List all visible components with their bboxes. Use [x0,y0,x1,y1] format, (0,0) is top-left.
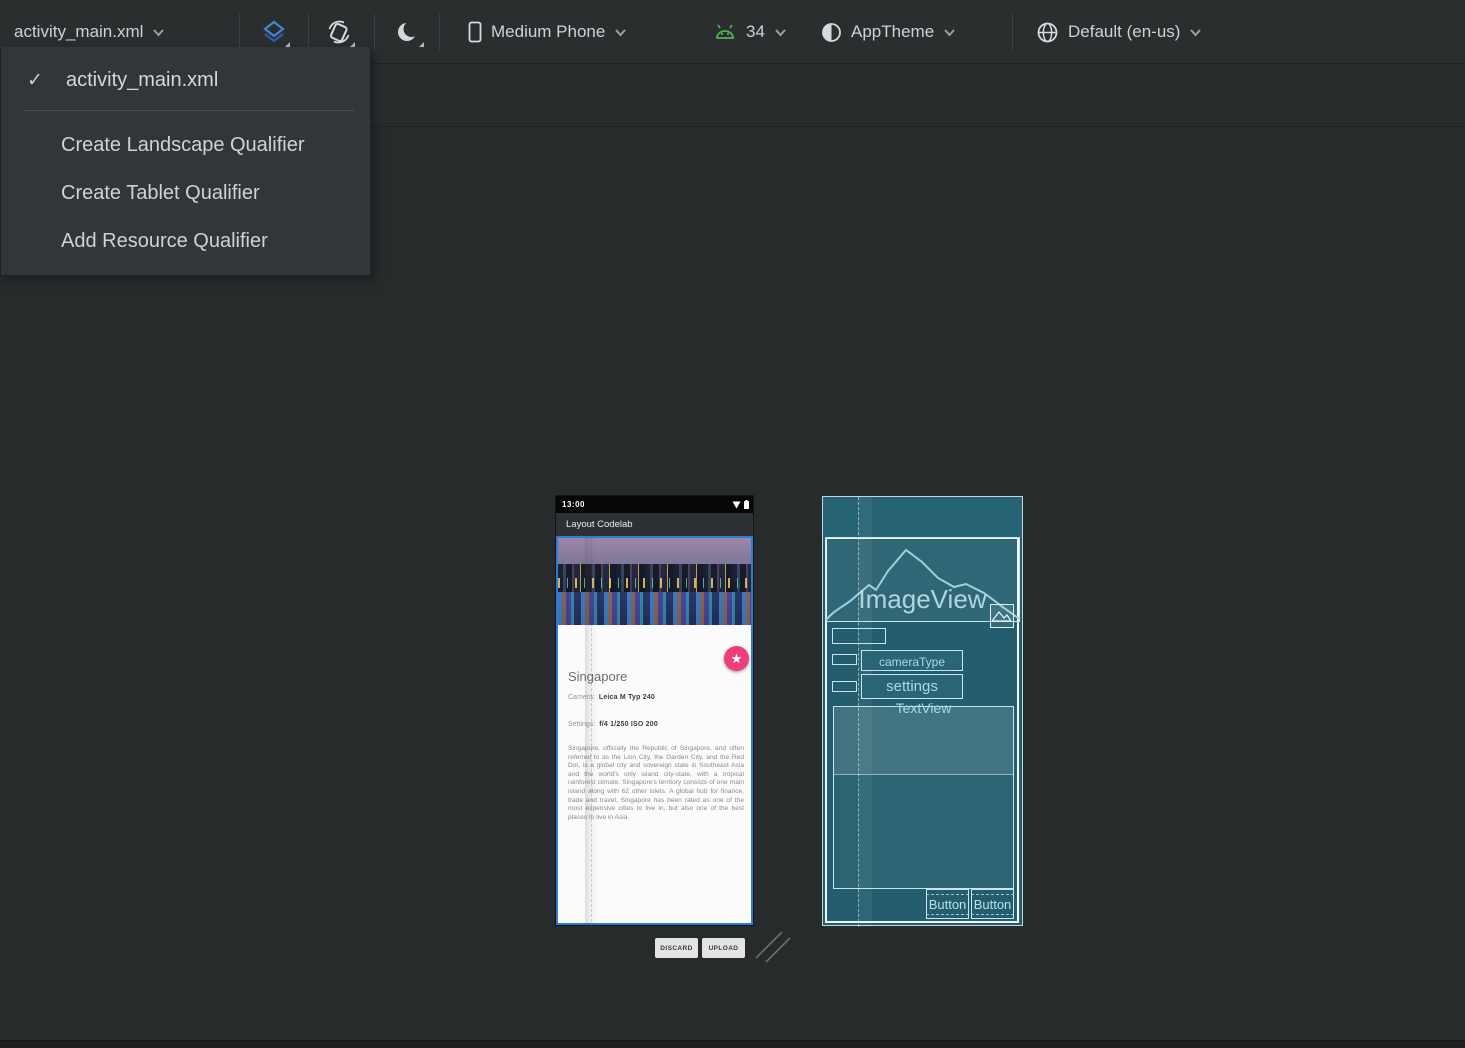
blueprint-settings-textview[interactable]: settings [861,674,963,699]
toolbar-separator [1012,14,1013,50]
file-selector-label: activity_main.xml [14,22,143,42]
button-label: Button [926,894,969,915]
blueprint-app-bar [823,497,1022,537]
check-icon: ✓ [27,69,49,92]
toolbar-separator [439,14,440,50]
menu-item-create-landscape-qualifier[interactable]: Create Landscape Qualifier [1,121,370,169]
wifi-icon [732,501,741,509]
settings-value: f/4 1/250 ISO 200 [599,721,658,728]
blueprint-camera-type-textview[interactable]: cameraType [861,650,963,671]
menu-separator [23,110,354,111]
app-bar-title: Layout Codelab [566,519,633,530]
bottom-bar [0,1040,1465,1048]
blueprint-settings-label[interactable] [832,681,857,692]
blueprint-fab[interactable] [990,604,1014,628]
night-mode-icon [394,18,422,46]
device-selector-label: Medium Phone [491,22,605,42]
toolbar-separator [239,14,240,50]
dropdown-corner-icon [419,42,424,47]
chevron-down-icon [152,28,165,37]
chevron-down-icon [1189,28,1202,37]
api-version-dropdown[interactable]: 34 [713,0,787,64]
blueprint-guideline[interactable] [858,497,859,927]
camera-type-id-label: cameraType [862,655,962,669]
discard-button[interactable]: DISCARD [655,938,698,958]
blueprint-title-textview[interactable] [832,628,886,644]
guideline [591,538,592,927]
theme-selector-label: AppTheme [851,22,934,42]
theme-selector-dropdown[interactable]: AppTheme [821,0,956,64]
layers-icon [260,18,288,46]
globe-icon [1036,21,1059,44]
menu-item-label: activity_main.xml [66,69,218,92]
chevron-down-icon [774,28,787,37]
favorite-fab-button[interactable]: ★ [724,646,749,671]
android-icon [713,23,737,41]
menu-item-create-tablet-qualifier[interactable]: Create Tablet Qualifier [1,169,370,217]
button-label: Button [971,894,1014,915]
upload-button[interactable]: UPLOAD [702,938,745,958]
image-icon [991,605,1012,626]
phone-icon [468,21,482,43]
settings-id-label: settings [862,678,962,695]
textview-label: TextView [834,700,1013,716]
camera-value: Leica M Typ 240 [599,694,655,701]
status-icons [732,500,749,509]
status-time: 13:00 [562,500,585,509]
night-mode-button[interactable] [390,14,426,50]
locale-selector-dropdown[interactable]: Default (en-us) [1036,0,1202,64]
star-icon: ★ [731,652,743,665]
battery-icon [744,500,749,509]
orientation-button[interactable] [321,14,357,50]
blueprint-upload-button[interactable]: Button [971,889,1014,919]
file-qualifier-menu: ✓ activity_main.xml Create Landscape Qua… [0,47,371,276]
status-bar: 13:00 [556,496,753,513]
layout-editor: activity_main.xml [0,0,1465,1048]
blueprint-description-textview[interactable]: TextView [833,706,1014,889]
canvas-resize-handle[interactable] [752,928,794,966]
design-preview-device[interactable]: 13:00 Layout Codelab [556,496,753,925]
chevron-down-icon [614,28,627,37]
root-layout-selected[interactable]: ★ Singapore Camera:Leica M Typ 240 Setti… [556,536,753,925]
blueprint-camera-label[interactable] [832,654,857,665]
settings-row[interactable]: Settings:f/4 1/250 ISO 200 [568,721,658,728]
api-version-label: 34 [746,22,765,42]
blueprint-preview-device[interactable]: ImageView cameraType settings TextView [822,496,1023,926]
theme-contrast-icon [821,22,842,43]
toolbar-separator [374,14,375,50]
menu-item-add-resource-qualifier[interactable]: Add Resource Qualifier [1,217,370,265]
menu-item-activity-main[interactable]: ✓ activity_main.xml [1,57,370,103]
design-surface-mode-button[interactable] [256,14,292,50]
app-bar: Layout Codelab [556,513,753,536]
device-selector-dropdown[interactable]: Medium Phone [468,0,627,64]
camera-row[interactable]: Camera:Leica M Typ 240 [568,694,655,701]
chevron-down-icon [943,28,956,37]
toolbar-separator [308,14,309,50]
locale-selector-label: Default (en-us) [1068,22,1180,42]
blueprint-textview-fill [834,707,1013,775]
blueprint-discard-button[interactable]: Button [926,889,969,919]
